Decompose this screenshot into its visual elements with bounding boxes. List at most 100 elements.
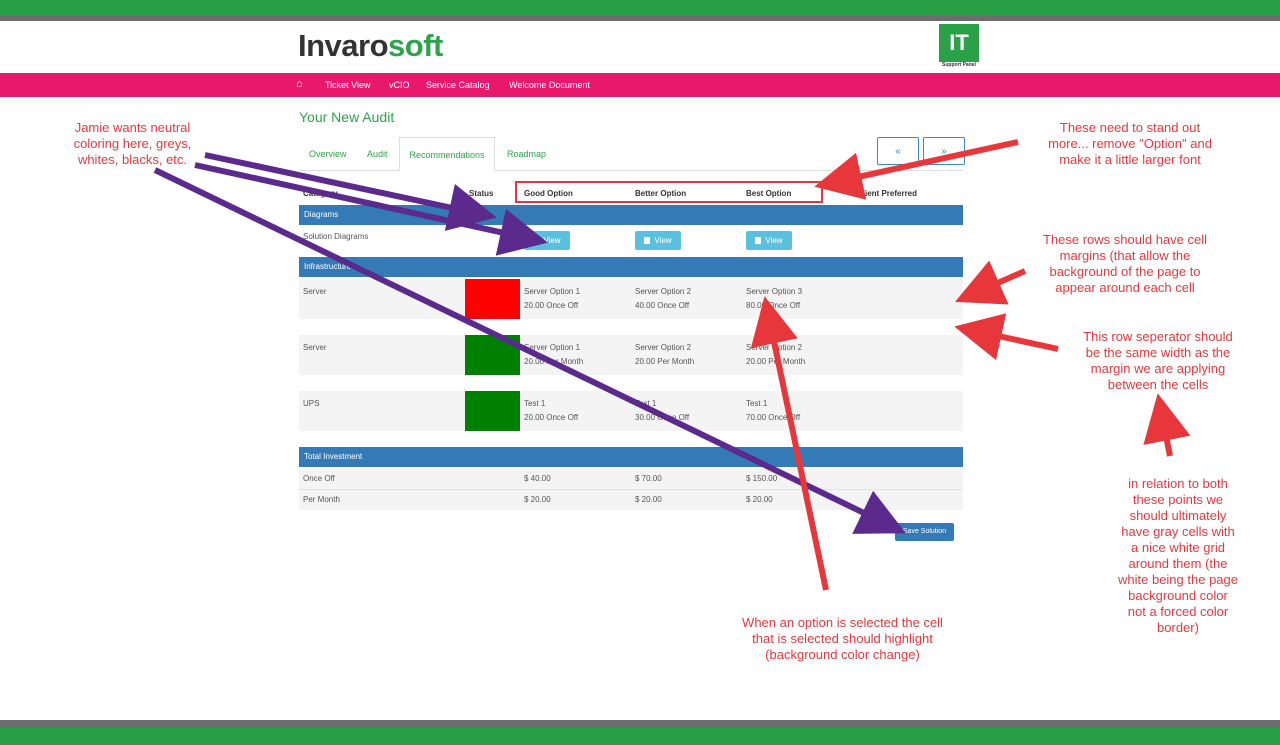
note-line: make it a little larger font xyxy=(1059,152,1201,167)
solution-diagrams-label: Solution Diagrams xyxy=(303,232,369,241)
option-name: Server Option 1 xyxy=(524,287,581,296)
nav-welcome-document[interactable]: Welcome Document xyxy=(509,80,590,90)
total-best: $ 150.00 xyxy=(746,474,778,483)
note-gray-cells: in relation to both these points we shou… xyxy=(1098,476,1258,636)
total-label: Once Off xyxy=(303,474,335,483)
view-label: View xyxy=(543,236,561,245)
total-better: $ 70.00 xyxy=(635,474,662,483)
option-price: 30.00 Once Off xyxy=(635,413,690,422)
good-option-cell[interactable]: Test 1 20.00 Once Off xyxy=(524,397,578,425)
arrow-red-to-separator xyxy=(954,313,1059,361)
bottom-gray-bar xyxy=(0,720,1280,728)
bottom-green-bar xyxy=(0,728,1280,745)
top-gray-bar xyxy=(0,16,1280,21)
view-button-best[interactable]: View xyxy=(746,231,792,250)
note-line: appear around each cell xyxy=(1055,280,1195,295)
option-name: Test 1 xyxy=(524,399,546,408)
it-support-badge: IT Support Panel xyxy=(939,24,979,68)
tab-recommendations[interactable]: Recommendations xyxy=(399,137,495,171)
total-label: Per Month xyxy=(303,495,340,504)
note-line: These need to stand out xyxy=(1059,120,1201,135)
section-infrastructure: Infrastructure xyxy=(299,257,963,277)
logo-part2: soft xyxy=(388,28,443,63)
table-row xyxy=(299,490,963,510)
option-price: 20.00 Per Month xyxy=(746,357,806,366)
note-line: have gray cells with xyxy=(1121,524,1235,539)
option-name: Server Option 1 xyxy=(524,343,581,352)
best-option-cell[interactable]: Test 1 70.00 Once Off xyxy=(746,397,800,425)
nav-service-catalog[interactable]: Service Catalog xyxy=(426,80,490,90)
home-icon[interactable]: ⌂ xyxy=(296,78,303,90)
note-line: a nice white grid xyxy=(1131,540,1225,555)
page-title: Your New Audit xyxy=(299,109,395,125)
next-button[interactable]: » xyxy=(923,137,965,165)
header-client-preferred: Client Preferred xyxy=(857,189,918,198)
option-price: 20.00 Per Month xyxy=(635,357,695,366)
main-nav: ⌂ Ticket View vCIO Service Catalog Welco… xyxy=(0,73,1280,97)
best-option-cell[interactable]: Server Option 2 20.00 Per Month xyxy=(746,341,805,369)
option-price: 70.00 Once Off xyxy=(746,413,801,422)
status-indicator xyxy=(465,279,520,319)
nav-ticket-view[interactable]: Ticket View xyxy=(325,80,371,90)
total-good: $ 40.00 xyxy=(524,474,551,483)
option-price: 20.00 Once Off xyxy=(524,413,579,422)
note-line: these points we xyxy=(1132,492,1224,507)
option-price: 20.00 Once Off xyxy=(524,301,579,310)
arrow-purple-to-view xyxy=(194,162,548,256)
note-cell-margins: These rows should have cell margins (tha… xyxy=(1020,232,1230,296)
note-neutral-colors: Jamie wants neutral coloring here, greys… xyxy=(40,120,225,168)
note-line: margins (that allow the xyxy=(1059,248,1191,263)
note-line: border) xyxy=(1157,620,1199,635)
good-option-cell[interactable]: Server Option 1 20.00 Per Month xyxy=(524,341,583,369)
note-line: These rows should have cell xyxy=(1042,232,1208,247)
file-icon xyxy=(533,237,540,244)
note-line: whites, blacks, etc. xyxy=(77,152,188,167)
note-line: background of the page to xyxy=(1049,264,1201,279)
arrow-red-to-row xyxy=(955,260,1027,305)
prev-button[interactable]: « xyxy=(877,137,919,165)
note-selection-highlight: When an option is selected the cell that… xyxy=(720,615,965,663)
annotation-highlight-box xyxy=(515,181,823,203)
good-option-cell[interactable]: Server Option 1 20.00 Once Off xyxy=(524,285,580,313)
view-label: View xyxy=(765,236,783,245)
view-button-good[interactable]: View xyxy=(524,231,570,250)
top-green-bar xyxy=(0,0,1280,16)
section-diagrams: Diagrams xyxy=(299,205,963,225)
option-name: Server Option 2 xyxy=(746,343,803,352)
better-option-cell[interactable]: Server Option 2 40.00 Once Off xyxy=(635,285,691,313)
row-category: Server xyxy=(303,287,327,296)
best-option-cell[interactable]: Server Option 3 80.00 Once Off xyxy=(746,285,802,313)
save-solution-button[interactable]: Save Solution xyxy=(895,523,954,541)
note-line: that is selected should highlight xyxy=(752,631,933,646)
note-line: be the same width as the xyxy=(1085,345,1231,360)
note-line: around them (the xyxy=(1128,556,1228,571)
note-line: coloring here, greys, xyxy=(73,136,192,151)
option-price: 20.00 Per Month xyxy=(524,357,584,366)
note-line: white being the page xyxy=(1118,572,1238,587)
tab-audit[interactable]: Audit xyxy=(367,149,388,159)
better-option-cell[interactable]: Server Option 2 20.00 Per Month xyxy=(635,341,694,369)
tab-roadmap[interactable]: Roadmap xyxy=(507,149,546,159)
status-indicator xyxy=(465,391,520,431)
note-line: This row seperator should xyxy=(1083,329,1233,344)
note-line: between the cells xyxy=(1107,377,1209,392)
table-row xyxy=(299,391,963,431)
file-icon xyxy=(644,237,651,244)
option-name: Test 1 xyxy=(746,399,768,408)
status-indicator xyxy=(465,335,520,375)
nav-vcio[interactable]: vCIO xyxy=(389,80,410,90)
logo[interactable]: Invarosoft xyxy=(298,28,443,64)
table-row xyxy=(299,469,963,490)
note-line: should ultimately xyxy=(1129,508,1227,523)
note-stand-out: These need to stand out more... remove "… xyxy=(1030,120,1230,168)
table-row xyxy=(299,335,963,375)
option-price: 80.00 Once Off xyxy=(746,301,801,310)
better-option-cell[interactable]: Test 1 30.00 Once Off xyxy=(635,397,689,425)
tab-overview[interactable]: Overview xyxy=(309,149,347,159)
note-line: margin we are applying xyxy=(1090,361,1226,376)
note-line: more... remove "Option" and xyxy=(1048,136,1212,151)
row-category: UPS xyxy=(303,399,320,408)
badge-subtext: Support Panel xyxy=(942,62,976,68)
view-button-better[interactable]: View xyxy=(635,231,681,250)
note-line: in relation to both xyxy=(1128,476,1228,491)
